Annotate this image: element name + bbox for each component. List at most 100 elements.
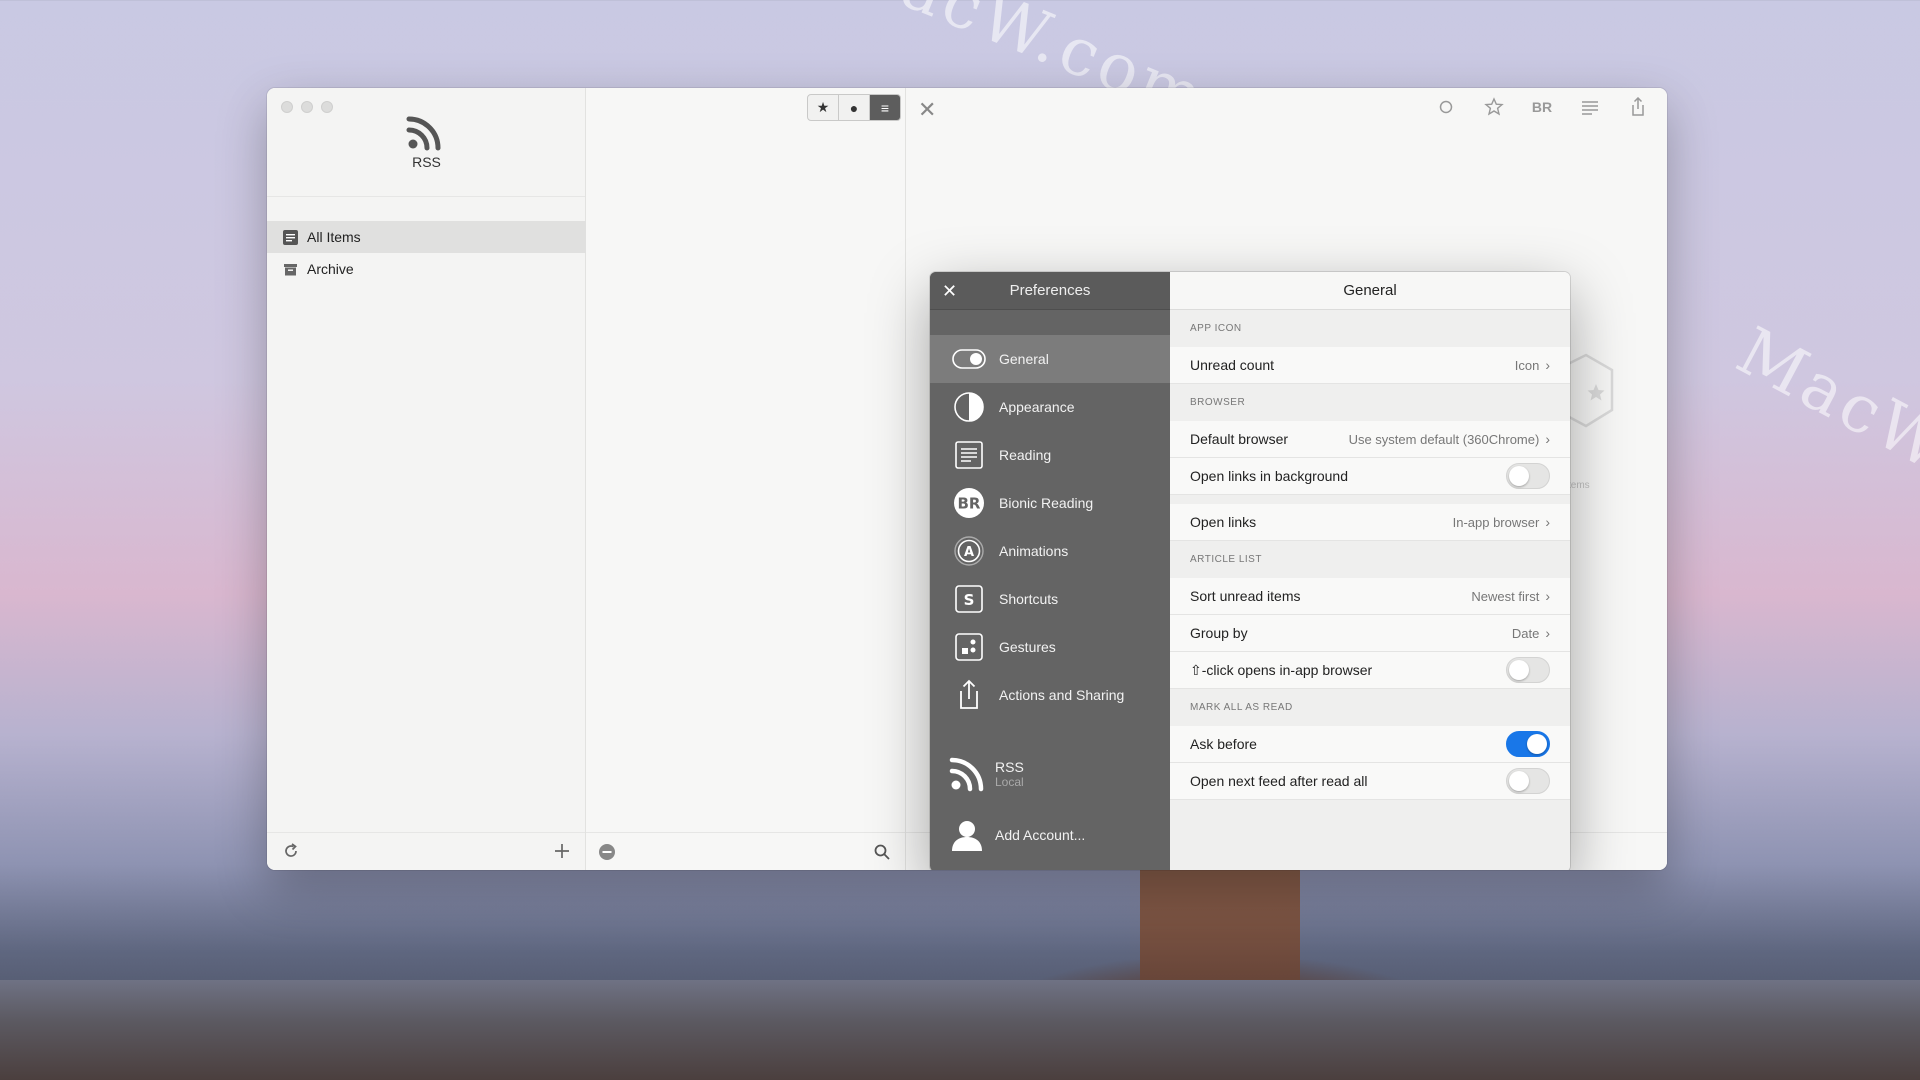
- pref-nav-reading[interactable]: Reading: [930, 431, 1170, 479]
- chevron-right-icon: ›: [1545, 357, 1550, 373]
- sidebar-item-archive[interactable]: Archive: [267, 253, 586, 285]
- shift-click-browser-toggle[interactable]: [1506, 657, 1550, 683]
- sidebar-divider: [267, 196, 585, 197]
- account-name: RSS: [995, 759, 1024, 775]
- article-list: ★ ● ≡: [586, 88, 906, 870]
- setting-label: Unread count: [1190, 357, 1275, 373]
- app-title: RSS: [412, 154, 441, 170]
- pref-nav-label: Bionic Reading: [999, 495, 1094, 511]
- setting-sort-unread[interactable]: Sort unread items Newest first ›: [1170, 578, 1570, 615]
- setting-label: Open links in background: [1190, 468, 1348, 484]
- setting-label: Open links: [1190, 514, 1257, 530]
- setting-label: Open next feed after read all: [1190, 773, 1368, 789]
- setting-label: Default browser: [1190, 431, 1289, 447]
- pref-nav-label: Shortcuts: [999, 591, 1059, 607]
- section-header: BROWSER: [1190, 397, 1246, 408]
- pref-nav-shortcuts[interactable]: S Shortcuts: [930, 575, 1170, 623]
- preferences-nav: General Appearance Reading BR Bionic Rea…: [930, 335, 1170, 719]
- reader-view-icon[interactable]: [1579, 96, 1601, 118]
- pref-nav-label: Appearance: [999, 399, 1075, 415]
- chevron-right-icon: ›: [1545, 514, 1550, 530]
- unread-circle-icon[interactable]: [1435, 96, 1457, 118]
- setting-shift-click-browser: ⇧-click opens in-app browser: [1170, 652, 1570, 689]
- account-rss-local[interactable]: RSS Local: [930, 756, 1170, 792]
- archive-icon: [284, 263, 297, 275]
- text-lines-icon: [952, 438, 986, 472]
- share-icon[interactable]: [1627, 96, 1649, 118]
- pref-nav-bionic-reading[interactable]: BR Bionic Reading: [930, 479, 1170, 527]
- section-header: MARK ALL AS READ: [1190, 702, 1293, 713]
- bionic-reading-icon[interactable]: BR: [1531, 96, 1553, 118]
- close-window-button[interactable]: [281, 101, 293, 113]
- setting-unread-count[interactable]: Unread count Icon ›: [1170, 347, 1570, 384]
- setting-value-text: In-app browser: [1452, 514, 1540, 530]
- setting-value-text: Newest first: [1471, 588, 1540, 604]
- filter-starred-button[interactable]: ★: [808, 95, 839, 120]
- search-icon[interactable]: [873, 843, 891, 861]
- setting-default-browser[interactable]: Default browser Use system default (360C…: [1170, 421, 1570, 458]
- filter-unread-button[interactable]: ●: [839, 95, 870, 120]
- setting-open-next-feed: Open next feed after read all: [1170, 763, 1570, 800]
- ask-before-toggle[interactable]: [1506, 731, 1550, 757]
- minimize-window-button[interactable]: [301, 101, 313, 113]
- pref-nav-actions-sharing[interactable]: Actions and Sharing: [930, 671, 1170, 719]
- account-text: RSS Local: [995, 759, 1024, 789]
- open-next-feed-toggle[interactable]: [1506, 768, 1550, 794]
- animation-a-icon: A: [952, 534, 986, 568]
- person-icon: [952, 821, 982, 851]
- setting-label: Group by: [1190, 625, 1248, 641]
- filter-all-button[interactable]: ≡: [870, 95, 900, 120]
- reader-toolbar: BR: [1435, 96, 1649, 118]
- setting-value: Newest first ›: [1471, 588, 1550, 604]
- pref-nav-label: General: [999, 351, 1049, 367]
- svg-text:A: A: [964, 545, 974, 560]
- gestures-icon: [952, 630, 986, 664]
- close-article-icon[interactable]: ✕: [918, 97, 936, 123]
- rss-logo-icon: [406, 116, 441, 151]
- setting-value: Use system default (360Chrome) ›: [1349, 431, 1550, 447]
- setting-value: In-app browser ›: [1453, 514, 1550, 530]
- add-account-label: Add Account...: [995, 827, 1086, 843]
- window-controls: [281, 101, 333, 113]
- sidebar-item-label: All Items: [307, 229, 361, 245]
- pref-nav-label: Animations: [999, 543, 1069, 559]
- setting-group-by[interactable]: Group by Date ›: [1170, 615, 1570, 652]
- zoom-window-button[interactable]: [321, 101, 333, 113]
- preferences-header: ✕ Preferences: [930, 272, 1170, 310]
- preferences-title: Preferences: [1009, 282, 1091, 299]
- add-account-button[interactable]: Add Account...: [930, 817, 1170, 853]
- chevron-right-icon: ›: [1545, 431, 1550, 447]
- toggle-icon: [952, 342, 986, 376]
- section-header: ARTICLE LIST: [1190, 554, 1262, 565]
- preferences-sidebar: ✕ Preferences General Appearance Reading…: [930, 272, 1170, 870]
- setting-value: Icon ›: [1515, 357, 1550, 373]
- sidebar-item-all-items[interactable]: All Items: [267, 221, 586, 253]
- open-links-background-toggle[interactable]: [1506, 463, 1550, 489]
- panel-title: General: [1170, 272, 1570, 310]
- setting-label: Sort unread items: [1190, 588, 1301, 604]
- add-feed-icon[interactable]: [553, 842, 571, 860]
- chevron-right-icon: ›: [1545, 588, 1550, 604]
- account-type: Local: [995, 775, 1024, 789]
- watermark-right: MacW.com: [1724, 312, 1920, 565]
- app-window: RSS All Items Archive ★ ● ≡ ✕ BR tems ✕ …: [267, 88, 1667, 870]
- setting-label: ⇧-click opens in-app browser: [1190, 661, 1373, 678]
- contrast-icon: [952, 390, 986, 424]
- pref-nav-gestures[interactable]: Gestures: [930, 623, 1170, 671]
- setting-value-text: Icon: [1514, 357, 1540, 373]
- pref-nav-appearance[interactable]: Appearance: [930, 383, 1170, 431]
- pref-nav-animations[interactable]: A Animations: [930, 527, 1170, 575]
- pref-nav-general[interactable]: General: [930, 335, 1170, 383]
- share-icon: [952, 678, 986, 712]
- shortcut-s-icon: S: [952, 582, 986, 616]
- chevron-right-icon: ›: [1545, 625, 1550, 641]
- setting-label: Ask before: [1190, 736, 1257, 752]
- mark-read-icon[interactable]: [598, 843, 616, 861]
- refresh-icon[interactable]: [282, 842, 300, 860]
- star-icon[interactable]: [1483, 96, 1505, 118]
- setting-value-text: Use system default (360Chrome): [1348, 431, 1540, 447]
- setting-open-links[interactable]: Open links In-app browser ›: [1170, 504, 1570, 541]
- sidebar-item-label: Archive: [307, 261, 354, 277]
- row-gap: [1170, 495, 1570, 504]
- filter-segmented-control: ★ ● ≡: [807, 94, 901, 121]
